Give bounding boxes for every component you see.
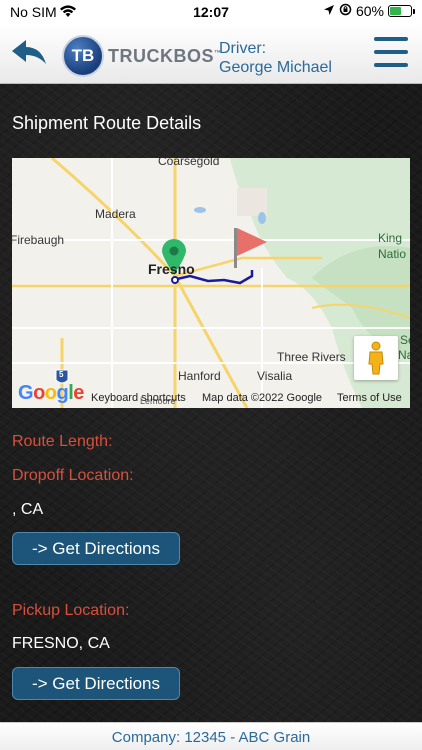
google-logo: Google bbox=[18, 382, 84, 405]
dropoff-location-label: Dropoff Location: bbox=[12, 467, 134, 484]
map-label-fresno: Fresno bbox=[148, 261, 195, 277]
battery-icon bbox=[388, 5, 415, 17]
back-arrow-icon bbox=[12, 40, 46, 64]
map-label-coarsegold: Coarsegold bbox=[158, 158, 220, 168]
route-5-shield-label: 5 bbox=[59, 370, 64, 379]
terms-of-use-link[interactable]: Terms of Use bbox=[337, 392, 402, 404]
map-label-hanford: Hanford bbox=[178, 369, 221, 383]
hamburger-menu-button[interactable] bbox=[374, 37, 408, 73]
keyboard-shortcuts-link[interactable]: Keyboard shortcuts bbox=[91, 392, 186, 404]
route-length-label: Route Length: bbox=[12, 433, 113, 450]
status-bar: No SIM 12:07 60% bbox=[0, 0, 422, 24]
map-label-firebaugh: Firebaugh bbox=[12, 233, 65, 247]
app-header: TB TRUCKBOS™ Driver: George Michael bbox=[0, 24, 422, 84]
menu-bar bbox=[374, 50, 408, 54]
logo-name: TRUCKBOS bbox=[108, 46, 214, 66]
logo-wordmark: TRUCKBOS™ bbox=[108, 46, 222, 67]
driver-label: Driver: bbox=[219, 40, 267, 57]
menu-bar bbox=[374, 63, 408, 67]
driver-name: George Michael bbox=[219, 59, 332, 76]
map-label-kings-canyon: King bbox=[378, 231, 403, 245]
dropoff-location-value: , CA bbox=[12, 501, 44, 518]
pickup-location-label: Pickup Location: bbox=[12, 602, 130, 619]
battery-percent: 60% bbox=[355, 3, 384, 19]
map-data-attribution: Map data ©2022 Google bbox=[202, 392, 323, 404]
back-button[interactable] bbox=[10, 38, 48, 68]
logo-badge: TB bbox=[62, 35, 104, 77]
google-logo-text: Google bbox=[18, 382, 84, 404]
google-logo-letter: o bbox=[33, 382, 45, 404]
pickup-location-value: FRESNO, CA bbox=[12, 635, 110, 652]
map-label-kings-national: Natio bbox=[378, 247, 407, 261]
dropoff-get-directions-button[interactable]: -> Get Directions bbox=[12, 532, 180, 565]
google-logo-letter: o bbox=[44, 382, 57, 404]
company-footer: Company: 12345 - ABC Grain bbox=[0, 722, 422, 750]
location-arrow-icon bbox=[323, 3, 335, 19]
map-label-sequoia-national: Natio bbox=[398, 348, 410, 362]
battery-fill bbox=[390, 7, 402, 15]
google-logo-letter: e bbox=[73, 382, 84, 404]
orientation-lock-icon bbox=[339, 3, 352, 19]
map-label-three-rivers: Three Rivers bbox=[277, 350, 346, 364]
menu-bar bbox=[374, 37, 408, 41]
street-view-pegman-button[interactable] bbox=[354, 336, 398, 380]
page-title: Shipment Route Details bbox=[12, 113, 202, 133]
google-logo-letter: G bbox=[18, 382, 34, 404]
route-map[interactable]: Coarsegold Madera Firebaugh Fresno Hanfo… bbox=[12, 158, 410, 408]
map-label-sequoia: Se bbox=[400, 333, 410, 347]
pickup-get-directions-button[interactable]: -> Get Directions bbox=[12, 667, 180, 700]
map-label-madera: Madera bbox=[95, 207, 136, 221]
pegman-icon bbox=[368, 341, 384, 375]
google-logo-letter: g bbox=[56, 382, 69, 404]
map-label-visalia: Visalia bbox=[257, 369, 293, 383]
